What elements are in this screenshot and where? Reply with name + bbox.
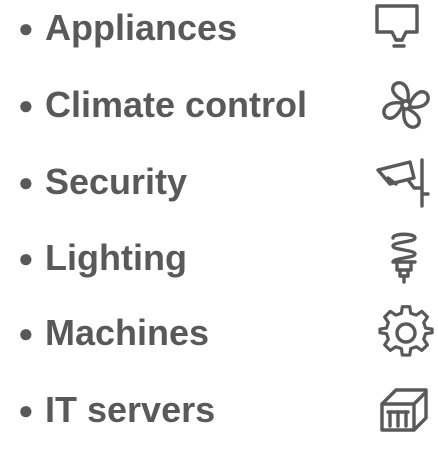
item-label: Appliances xyxy=(45,7,238,48)
list-item-climate-control: ● Climate control xyxy=(0,75,438,135)
security-camera-icon xyxy=(374,154,430,210)
item-label: IT servers xyxy=(45,389,216,430)
server-rack-icon xyxy=(376,382,432,438)
appliance-display-icon xyxy=(370,0,426,56)
bullet: ● xyxy=(18,13,34,43)
light-bulb-icon xyxy=(376,230,432,286)
list-item-security: ● Security xyxy=(0,152,438,212)
bullet: ● xyxy=(18,167,34,197)
bullet: ● xyxy=(18,243,34,273)
item-label: Security xyxy=(45,161,188,202)
item-label: Climate control xyxy=(45,84,308,125)
bullet: ● xyxy=(18,395,34,425)
gear-icon xyxy=(378,305,434,361)
fan-icon xyxy=(378,77,434,133)
item-label: Machines xyxy=(45,312,210,353)
list-item-machines: ● Machines xyxy=(0,303,438,363)
list-item-appliances: ● Appliances xyxy=(0,0,438,58)
list-item-it-servers: ● IT servers xyxy=(0,380,438,440)
bullet: ● xyxy=(18,90,34,120)
bullet: ● xyxy=(18,318,34,348)
list-item-lighting: ● Lighting xyxy=(0,228,438,288)
item-label: Lighting xyxy=(45,237,187,278)
